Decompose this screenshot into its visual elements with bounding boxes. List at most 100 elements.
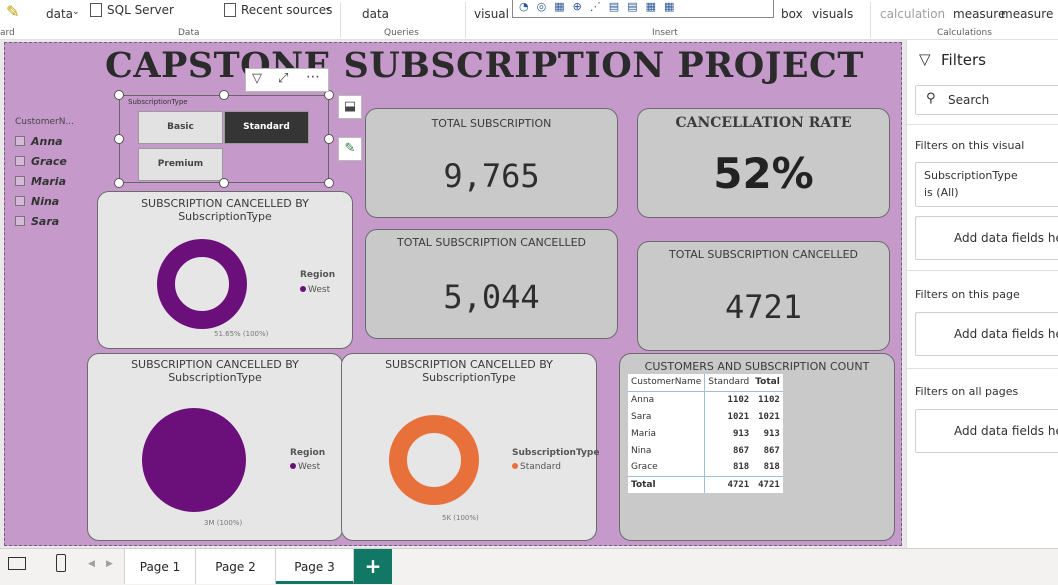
slicer-button-standard[interactable]: Standard [224,111,309,144]
checkbox-icon [15,216,25,226]
card-value: 9,765 [443,157,540,195]
table-row: Sara 1021 1021 [628,408,783,425]
quick-measure-button[interactable]: measure [1001,7,1053,21]
new-visual-button[interactable]: visual [474,7,509,21]
slicer-button-basic[interactable]: Basic [138,111,223,144]
legend-title: Region [300,270,336,280]
donut-chart-region[interactable]: SUBSCRIPTION CANCELLED BY SubscriptionTyp… [97,191,353,349]
checkbox-icon [15,176,25,186]
focus-mode-icon[interactable]: ⤢ [278,71,288,86]
slicer-header: SubscriptionType [128,98,188,106]
transform-data-button[interactable]: data [362,7,389,21]
desktop-view-icon[interactable] [8,557,26,570]
cell-standard: 913 [732,428,750,439]
scroll-left-icon[interactable]: ◀ [88,559,95,569]
cell-total: 913 [763,428,780,439]
filter-card-subscription-type[interactable]: SubscriptionType is (All) [915,162,1058,207]
cell-customer: Anna [628,391,706,408]
matrix-header-total[interactable]: Total [752,374,783,391]
legend-item-west: West [290,462,320,472]
tab-page-2[interactable]: Page 2 [196,549,276,584]
format-painter-icon[interactable]: ✎ [6,2,19,21]
filters-title: Filters [941,51,986,69]
slicer-item-anna[interactable]: Anna [15,135,63,148]
slicer-item-grace[interactable]: Grace [15,155,67,168]
resize-handle[interactable] [114,134,124,144]
more-visuals-button[interactable]: visuals [812,7,853,21]
divider [907,124,1058,125]
sql-server-button[interactable]: SQL Server [107,3,174,17]
report-page: CAPSTONE SUBSCRIPTION PROJECT CustomerN.… [4,42,902,546]
matrix-visual[interactable]: CUSTOMERS AND SUBSCRIPTION COUNT Custome… [619,353,895,541]
donut-slice-west [157,239,247,329]
donut-chart-subscription-type[interactable]: SUBSCRIPTION CANCELLED BY SubscriptionTyp… [341,353,599,541]
divider [907,270,1058,271]
tab-page-3[interactable]: Page 3 [276,549,354,584]
add-page-button[interactable]: + [354,549,392,584]
slicer-button-premium[interactable]: Premium [138,148,223,181]
slicer-header: CustomerN... [15,117,75,127]
resize-handle[interactable] [219,178,229,188]
new-measure-button[interactable]: measure [953,7,1005,21]
pie-chart-region[interactable]: SUBSCRIPTION CANCELLED BY SubscriptionTyp… [87,353,343,541]
pie-slice-west [142,408,246,512]
resize-handle[interactable] [219,90,229,100]
add-fields-label: Add data fields here [954,231,1058,245]
cell-customer: Maria [628,425,706,442]
legend-title: Region [290,448,326,458]
add-fields-all-pages[interactable]: Add data fields here [915,409,1058,453]
group-label-queries: Queries [384,28,419,38]
text-box-button[interactable]: box [781,7,803,21]
tab-page-1[interactable]: Page 1 [124,549,196,584]
recent-sources-button[interactable]: Recent sources [241,3,332,17]
customer-slicer[interactable]: CustomerN... Anna Grace Maria Nina Sara [5,113,95,233]
mobile-view-icon[interactable] [56,554,66,572]
report-title: CAPSTONE SUBSCRIPTION PROJECT [105,45,864,86]
visuals-gallery[interactable]: ◔◎▦⊕⋰▤▤▦▦ [512,0,774,18]
filters-on-all-pages-label: Filters on all pages [915,385,1019,398]
card-total-subscription[interactable]: TOTAL SUBSCRIPTION 9,765 [365,108,618,218]
get-data-button[interactable]: data [46,7,73,21]
cell-standard: 867 [732,445,750,456]
more-options-icon[interactable]: ⋯ [306,69,320,85]
scroll-right-icon[interactable]: ▶ [106,559,113,569]
slicer-item-maria[interactable]: Maria [15,175,66,188]
slicer-item-label: Nina [31,195,60,208]
report-canvas-area: CAPSTONE SUBSCRIPTION PROJECT CustomerN.… [0,40,906,548]
add-fields-visual[interactable]: Add data fields here [915,216,1058,260]
analytics-icon[interactable]: ✎ [338,137,362,161]
filters-search-box[interactable]: ⚲ Search [915,85,1058,115]
page-tabs-bar: ◀ ▶ Page 1 Page 2 Page 3 + [0,548,1058,585]
filter-icon[interactable]: ▽ [252,71,262,86]
chevron-down-icon: ⌄ [72,7,80,17]
subscription-type-slicer[interactable]: SubscriptionType Basic Standard Premium [114,90,334,188]
filters-on-page-label: Filters on this page [915,288,1020,301]
new-visual-calculation-button[interactable]: calculation [880,7,945,21]
cell-customer: Total [628,476,706,493]
slicer-item-nina[interactable]: Nina [15,195,59,208]
card-cancellation-rate[interactable]: CANCELLATION RATE 52% [637,108,890,218]
slicer-item-label: Anna [31,135,63,148]
search-icon: ⚲ [926,91,936,106]
add-fields-page[interactable]: Add data fields here [915,312,1058,356]
cell-standard: 1021 [727,411,750,422]
matrix-header-customer[interactable]: CustomerName [628,374,706,391]
format-visual-icon[interactable]: ⬓ [338,95,362,119]
matrix-header-standard[interactable]: Standard [705,374,752,391]
resize-handle[interactable] [324,178,334,188]
resize-handle[interactable] [114,90,124,100]
table-row: Nina 867 867 [628,442,783,459]
donut-slice-standard [389,415,479,505]
recent-sources-icon [224,3,236,17]
resize-handle[interactable] [114,178,124,188]
resize-handle[interactable] [324,134,334,144]
search-input[interactable]: Search [948,93,989,107]
add-fields-label: Add data fields here [954,424,1058,438]
sql-server-icon [90,3,102,17]
data-label: 5K (100%) [442,514,479,522]
cell-standard: 4721 [727,479,750,490]
card-total-cancelled[interactable]: TOTAL SUBSCRIPTION CANCELLED 5,044 [365,229,618,339]
card-total-cancelled-2[interactable]: TOTAL SUBSCRIPTION CANCELLED 4721 [637,241,890,351]
slicer-item-sara[interactable]: Sara [15,215,59,228]
card-title: TOTAL SUBSCRIPTION CANCELLED [396,236,587,249]
